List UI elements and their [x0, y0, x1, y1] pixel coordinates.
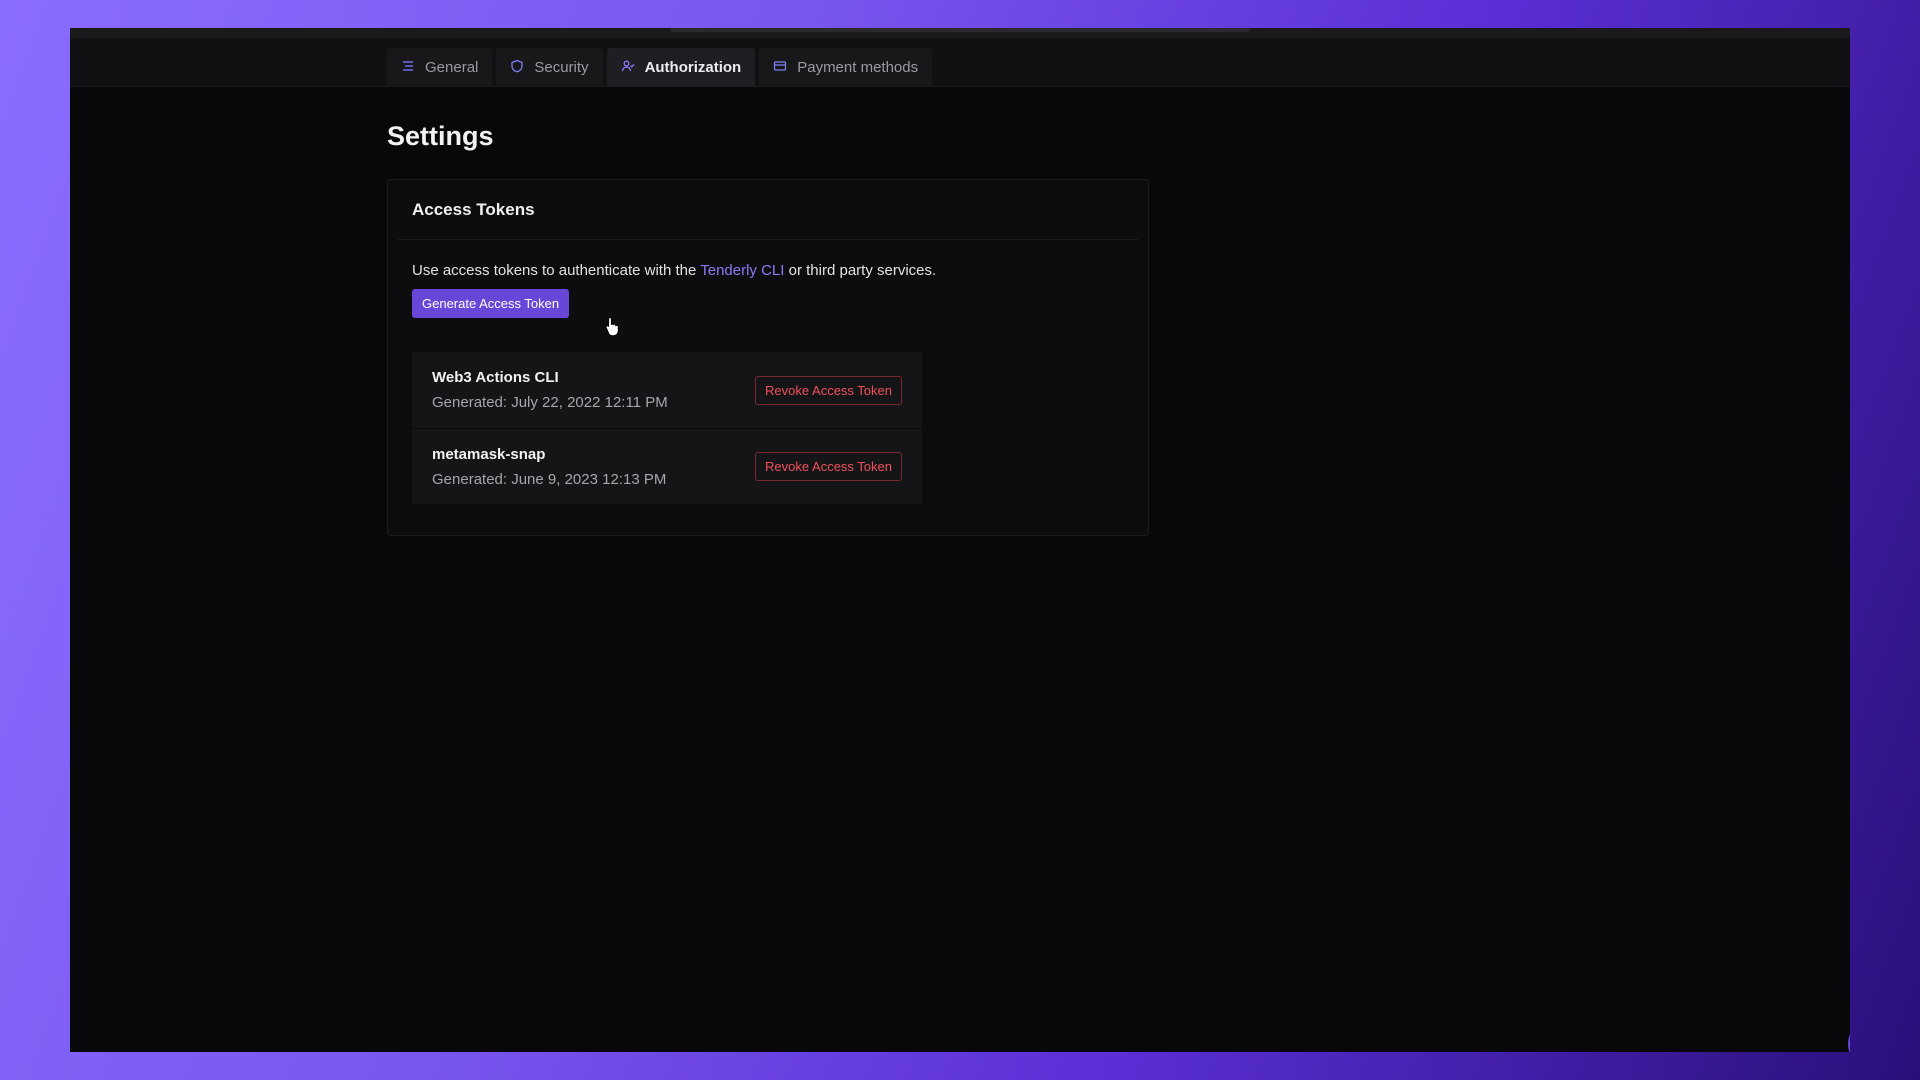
- chat-widget-button[interactable]: [1848, 1018, 1850, 1052]
- revoke-access-token-button[interactable]: Revoke Access Token: [755, 375, 902, 405]
- description-text: or third party services.: [784, 262, 937, 279]
- generate-access-token-button[interactable]: Generate Access Token: [412, 289, 570, 318]
- shield-icon: [510, 59, 524, 77]
- tab-payment-methods[interactable]: Payment methods: [759, 48, 933, 87]
- settings-tabs: General Security Authorization Payment m…: [387, 48, 933, 87]
- search-bar[interactable]: [670, 28, 1250, 32]
- user-check-icon: [621, 59, 635, 77]
- tab-authorization[interactable]: Authorization: [606, 48, 756, 87]
- top-bar: [70, 28, 1850, 38]
- token-name: metamask-snap: [432, 445, 546, 463]
- tab-label: Authorization: [644, 59, 742, 76]
- access-tokens-body: Use access tokens to authenticate with t…: [388, 240, 1148, 526]
- tab-security[interactable]: Security: [496, 48, 603, 87]
- settings-tab-bar: General Security Authorization Payment m…: [70, 38, 1850, 87]
- access-tokens-panel: Access Tokens Use access tokens to authe…: [387, 179, 1149, 536]
- token-row: Web3 Actions CLI Generated: July 22, 202…: [412, 352, 922, 428]
- list-icon: [401, 59, 415, 77]
- access-tokens-header: Access Tokens: [398, 180, 1138, 240]
- token-generated-date: Generated: July 22, 2022 12:11 PM: [432, 394, 668, 411]
- token-list: Web3 Actions CLI Generated: July 22, 202…: [412, 352, 922, 504]
- tenderly-cli-link[interactable]: Tenderly CLI: [700, 262, 784, 279]
- tab-general[interactable]: General: [387, 48, 493, 87]
- token-name: Web3 Actions CLI: [432, 369, 559, 386]
- access-tokens-description: Use access tokens to authenticate with t…: [412, 262, 1124, 279]
- token-info: Web3 Actions CLI Generated: July 22, 202…: [432, 369, 668, 411]
- hand-cursor-icon: [605, 316, 621, 341]
- tab-label: Payment methods: [797, 59, 919, 76]
- token-generated-date: Generated: June 9, 2023 12:13 PM: [432, 470, 667, 488]
- token-info: metamask-snap Generated: June 9, 2023 12…: [432, 446, 666, 488]
- page-title: Settings: [387, 121, 494, 151]
- revoke-access-token-button[interactable]: Revoke Access Token: [755, 452, 902, 481]
- description-text: Use access tokens to authenticate with t…: [412, 262, 701, 279]
- tab-label: General: [425, 59, 479, 76]
- token-row: metamask-snap Generated: June 9, 2023 12…: [412, 428, 922, 504]
- credit-card-icon: [773, 59, 787, 77]
- app-window: General Security Authorization Payment m…: [70, 28, 1850, 1052]
- tab-label: Security: [534, 59, 589, 76]
